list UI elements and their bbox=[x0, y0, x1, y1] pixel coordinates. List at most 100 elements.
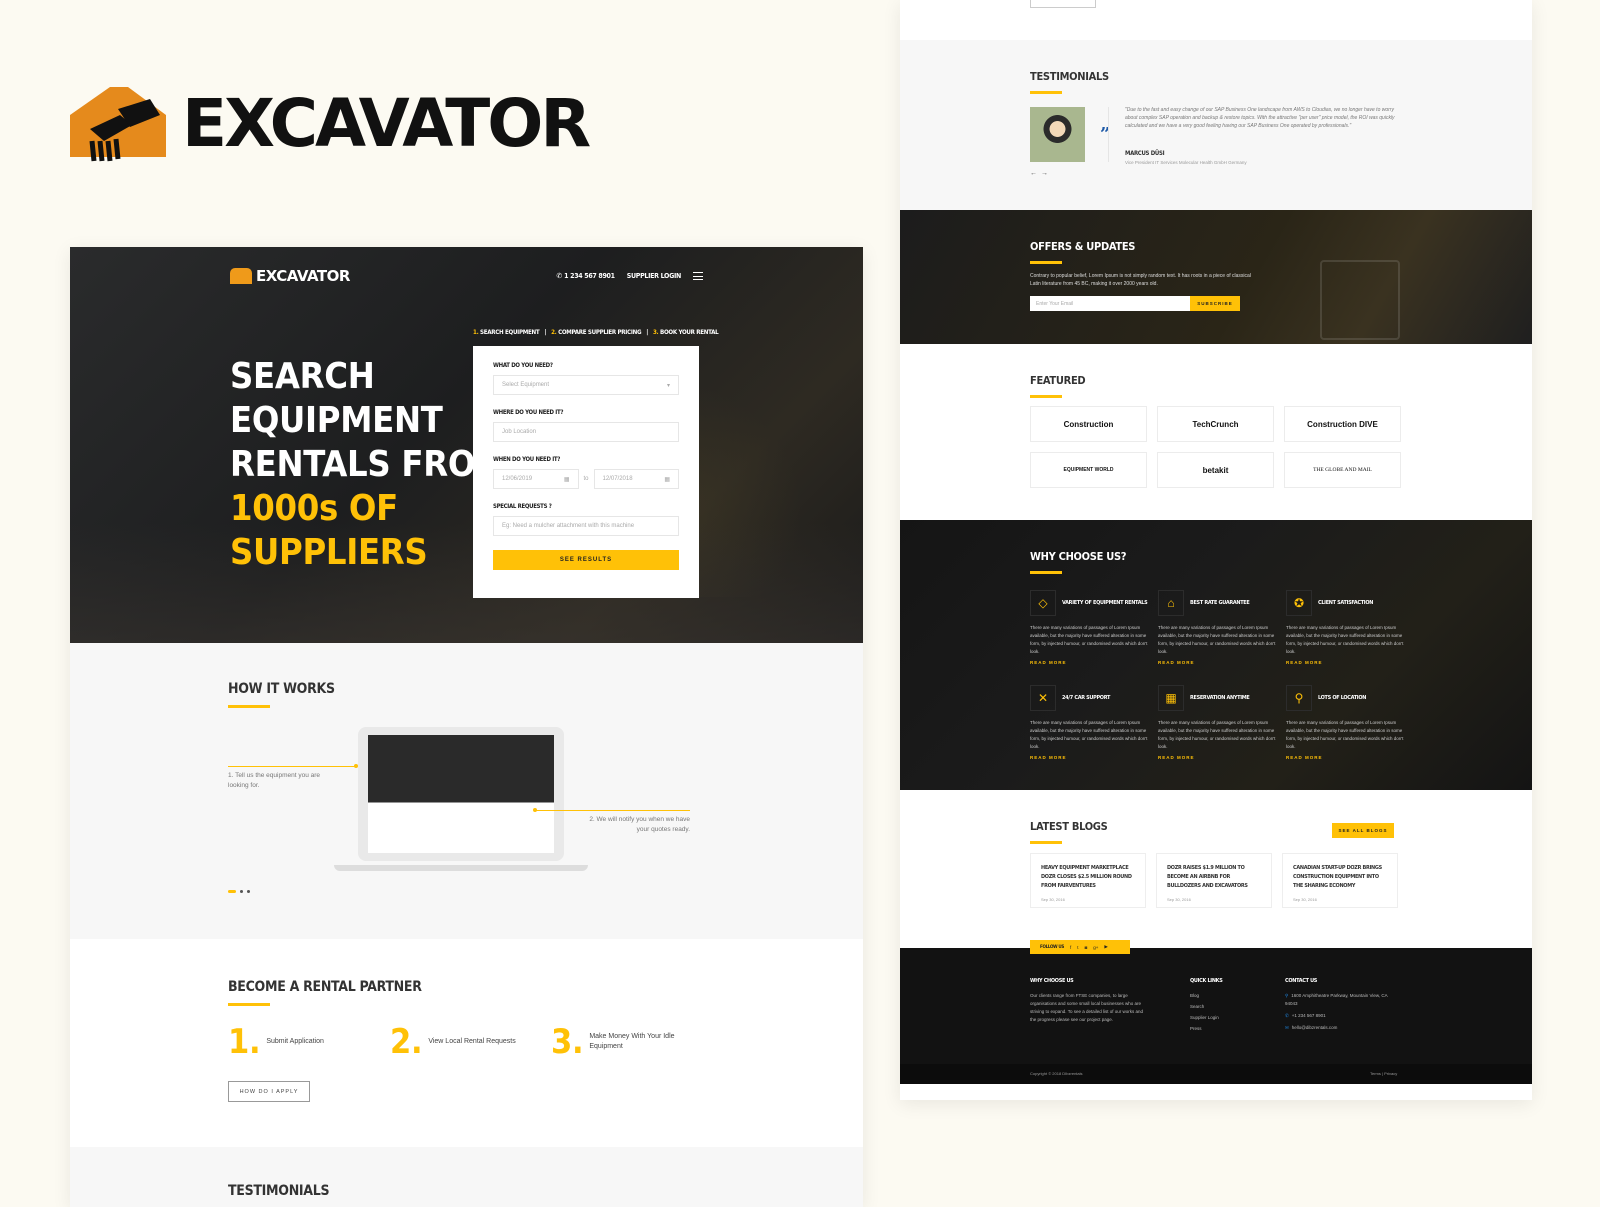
offers-text: Contrary to popular belief, Lorem Ipsum … bbox=[1030, 273, 1251, 287]
partner-step-2: 2. View Local Rental Requests bbox=[390, 1022, 516, 1062]
tools-icon: ✕ bbox=[1030, 685, 1056, 711]
why-choose-us-section: WHY CHOOSE US? ◇ VARIETY OF EQUIPMENT REN… bbox=[900, 520, 1532, 790]
laptop-mockup-image bbox=[334, 727, 588, 871]
location-pin-icon: ⚲ bbox=[1285, 993, 1289, 998]
terms-link[interactable]: Terms bbox=[1370, 1071, 1381, 1076]
footer-link-blog[interactable]: Blog bbox=[1190, 992, 1222, 1000]
featured-logo[interactable]: betakit bbox=[1157, 452, 1274, 488]
see-all-blogs-button[interactable]: SEE ALL BLOGS bbox=[1332, 823, 1394, 838]
hero-headline: SEARCH EQUIPMENT RENTALS FROM 1000s OF S… bbox=[230, 356, 508, 573]
feature-item: ▦ RESERVATION ANYTIME There are many varia… bbox=[1158, 685, 1276, 760]
price-tag-icon: ⌂ bbox=[1158, 590, 1184, 616]
featured-logo[interactable]: Construction bbox=[1030, 406, 1147, 442]
partner-step-3: 3. Make Money With Your Idle Equipment bbox=[551, 1022, 675, 1062]
blog-card[interactable]: CANADIAN START-UP DOZR BRINGS CONSTRUCTI… bbox=[1282, 853, 1398, 908]
feature-item: ⌂ BEST RATE GUARANTEE There are many varia… bbox=[1158, 590, 1276, 665]
read-more-link[interactable]: READ MORE bbox=[1030, 660, 1148, 665]
button-partial[interactable] bbox=[1030, 0, 1096, 8]
phone-link[interactable]: ✆ 1 234 567 8901 bbox=[556, 272, 615, 280]
footer-link-supplier-login[interactable]: Supplier Login bbox=[1190, 1014, 1222, 1022]
phone-icon: ✆ bbox=[556, 273, 565, 280]
instagram-icon[interactable]: ◙ bbox=[1085, 945, 1088, 950]
testimonial-quote: "Due to the fast and easy change of our … bbox=[1125, 107, 1395, 129]
calendar-icon: ▦ bbox=[563, 476, 570, 483]
google-plus-icon[interactable]: g+ bbox=[1093, 945, 1098, 950]
feature-item: ⚲ LOTS OF LOCATION There are many variatio… bbox=[1286, 685, 1404, 760]
how-do-i-apply-button[interactable]: HOW DO I APPLY bbox=[228, 1081, 310, 1102]
supplier-login-link[interactable]: SUPPLIER LOGIN bbox=[627, 272, 682, 280]
location-label: WHERE DO YOU NEED IT? bbox=[493, 409, 564, 416]
date-from-input[interactable]: 12/06/2019 ▦ bbox=[493, 469, 579, 489]
chevron-down-icon: ▾ bbox=[666, 382, 670, 389]
email-input[interactable]: Enter Your Email bbox=[1030, 296, 1190, 311]
step-2: 2. COMPARE SUPPLIER PRICING bbox=[551, 329, 642, 336]
nav-logo[interactable]: EXCAVATOR bbox=[230, 267, 350, 285]
step-1: 1. SEARCH EQUIPMENT bbox=[473, 329, 540, 336]
location-input[interactable]: Job Location bbox=[493, 422, 679, 442]
feature-item: ◇ VARIETY OF EQUIPMENT RENTALS There are m… bbox=[1030, 590, 1148, 665]
brand-logo: EXCAVATOR bbox=[70, 85, 591, 163]
special-requests-input[interactable]: Eg: Need a mulcher attachment with this … bbox=[493, 516, 679, 536]
equipment-label: WHAT DO YOU NEED? bbox=[493, 362, 553, 369]
footer: FOLLOW US f t ◙ g+ ▶ WHY CHOOSE US Our cl… bbox=[900, 940, 1532, 1064]
carousel-dots[interactable] bbox=[228, 890, 250, 893]
badge-icon: ✪ bbox=[1286, 590, 1312, 616]
menu-icon[interactable] bbox=[693, 272, 703, 280]
read-more-link[interactable]: READ MORE bbox=[1030, 755, 1148, 760]
partner-step-1: 1. Submit Application bbox=[228, 1022, 324, 1062]
testimonial-name: MARCUS DÜSI bbox=[1125, 150, 1165, 157]
subscribe-button[interactable]: SUBSCRIBE bbox=[1190, 296, 1240, 311]
brand-wordmark: EXCAVATOR bbox=[182, 85, 591, 162]
featured-section: FEATURED Construction TechCrunch Constru… bbox=[900, 344, 1532, 520]
see-results-button[interactable]: SEE RESULTS bbox=[493, 550, 679, 570]
twitter-icon[interactable]: t bbox=[1077, 945, 1078, 950]
testimonials-section: TESTIMONIALS bbox=[70, 1147, 863, 1207]
featured-logo[interactable]: TechCrunch bbox=[1157, 406, 1274, 442]
special-requests-label: SPECIAL REQUESTS ? bbox=[493, 503, 552, 510]
follow-us-bar: FOLLOW US f t ◙ g+ ▶ bbox=[1030, 940, 1130, 954]
privacy-link[interactable]: Privacy bbox=[1384, 1071, 1397, 1076]
logo-mark-icon bbox=[230, 268, 252, 284]
search-form: WHAT DO YOU NEED? Select Equipment ▾ WHER… bbox=[473, 346, 699, 598]
blog-card[interactable]: DOZR RAISES $1.9 MILLION TO BECOME AN AI… bbox=[1156, 853, 1272, 908]
date-label: WHEN DO YOU NEED IT? bbox=[493, 456, 561, 463]
location-pin-icon: ⚲ bbox=[1286, 685, 1312, 711]
steps-bar: 1. SEARCH EQUIPMENT | 2. COMPARE SUPPLIER… bbox=[473, 329, 719, 336]
facebook-icon[interactable]: f bbox=[1070, 945, 1071, 950]
feature-item: ✕ 24/7 CAR SUPPORT There are many variatio… bbox=[1030, 685, 1148, 760]
blog-card[interactable]: HEAVY EQUIPMENT MARKETPLACE DOZR CLOSES … bbox=[1030, 853, 1146, 908]
top-nav: EXCAVATOR ✆ 1 234 567 8901 SUPPLIER LOGI… bbox=[230, 267, 703, 285]
copyright-bar: Copyright © 2018 DIbzrentals Terms | Pri… bbox=[900, 1064, 1532, 1084]
section-title: HOW IT WORKS bbox=[228, 681, 335, 708]
footer-link-press[interactable]: Press bbox=[1190, 1025, 1222, 1033]
rental-partner-section: BECOME A RENTAL PARTNER 1. Submit Applica… bbox=[70, 939, 863, 1147]
testimonial-role: Vice President IT Services Molecular Hea… bbox=[1125, 160, 1247, 165]
excavator-logo-icon bbox=[70, 85, 166, 163]
feature-item: ✪ CLIENT SATISFACTION There are many varia… bbox=[1286, 590, 1404, 665]
read-more-link[interactable]: READ MORE bbox=[1286, 660, 1404, 665]
testimonial-avatar bbox=[1030, 107, 1085, 162]
calendar-icon: ▦ bbox=[1158, 685, 1184, 711]
read-more-link[interactable]: READ MORE bbox=[1158, 755, 1276, 760]
hero-section: EXCAVATOR ✆ 1 234 567 8901 SUPPLIER LOGI… bbox=[70, 247, 863, 643]
date-to-input[interactable]: 12/07/2018 ▦ bbox=[593, 469, 680, 489]
featured-logo[interactable]: EQUIPMENT WORLD bbox=[1030, 452, 1147, 488]
prev-arrow-icon[interactable]: ← bbox=[1030, 170, 1041, 177]
step-3: 3. BOOK YOUR RENTAL bbox=[652, 329, 719, 336]
offers-section: OFFERS & UPDATES Contrary to popular bel… bbox=[900, 210, 1532, 344]
next-arrow-icon[interactable]: → bbox=[1041, 170, 1052, 177]
homepage-mockup-continued: TESTIMONIALS ” "Due to the fast and easy… bbox=[900, 0, 1532, 1100]
how-step-2: 2. We will notify you when we have your … bbox=[589, 816, 690, 833]
phone-icon: ✆ bbox=[1285, 1013, 1289, 1018]
featured-logo[interactable]: THE GLOBE AND MAIL bbox=[1284, 452, 1401, 488]
youtube-icon[interactable]: ▶ bbox=[1104, 944, 1107, 950]
section-title: BECOME A RENTAL PARTNER bbox=[228, 979, 422, 1006]
footer-link-search[interactable]: Search bbox=[1190, 1003, 1222, 1011]
read-more-link[interactable]: READ MORE bbox=[1158, 660, 1276, 665]
equipment-select[interactable]: Select Equipment ▾ bbox=[493, 375, 679, 395]
how-step-1: 1. Tell us the equipment you are looking… bbox=[228, 772, 321, 789]
featured-logo[interactable]: Construction DIVE bbox=[1284, 406, 1401, 442]
read-more-link[interactable]: READ MORE bbox=[1286, 755, 1404, 760]
email-link[interactable]: hello@dibzrentals.com bbox=[1292, 1025, 1338, 1030]
homepage-mockup: EXCAVATOR ✆ 1 234 567 8901 SUPPLIER LOGI… bbox=[70, 247, 863, 1207]
